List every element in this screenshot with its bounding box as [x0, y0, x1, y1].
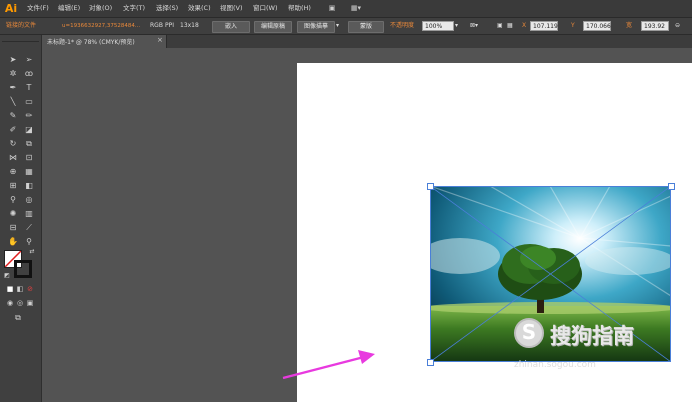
- align-icon[interactable]: ▣: [497, 21, 503, 31]
- sogou-logo-icon: S: [514, 318, 544, 348]
- artboard-tool-icon[interactable]: ⊟: [6, 222, 20, 233]
- draw-inside-icon[interactable]: ▣: [23, 298, 37, 309]
- default-fill-stroke-icon[interactable]: ◩: [0, 270, 14, 281]
- eraser-tool-icon[interactable]: ◪: [22, 124, 36, 135]
- recolor-icon[interactable]: ⊠▾: [470, 21, 478, 31]
- stroke-swatch[interactable]: [14, 260, 32, 278]
- menu-select[interactable]: 选择(S): [156, 3, 178, 14]
- magic-wand-tool-icon[interactable]: ✲: [6, 68, 20, 79]
- slice-tool-icon[interactable]: ⟋: [22, 222, 36, 233]
- mesh-tool-icon[interactable]: ⊞: [6, 180, 20, 191]
- selection-handle[interactable]: [427, 359, 434, 366]
- hand-tool-icon[interactable]: ✋: [6, 236, 20, 247]
- eyedropper-tool-icon[interactable]: ⚲: [6, 194, 20, 205]
- tools-panel: ➤ ➢ ✲ ꝏ ✒ T ╲ ▭ ✎ ✏ ✐ ◪ ↻ ⧉ ⋈ ⊡ ⊕ ▦ ⊞ ◧ …: [0, 35, 42, 402]
- width-tool-icon[interactable]: ⋈: [6, 152, 20, 163]
- free-transform-tool-icon[interactable]: ⊡: [22, 152, 36, 163]
- rotate-tool-icon[interactable]: ↻: [6, 138, 20, 149]
- x-label[interactable]: X: [522, 21, 526, 31]
- column-graph-tool-icon[interactable]: ▥: [22, 208, 36, 219]
- selection-tool-icon[interactable]: ➤: [6, 54, 20, 65]
- arrange-documents-icon[interactable]: ▦▾: [348, 2, 364, 14]
- menu-view[interactable]: 视图(V): [220, 3, 243, 14]
- tools-panel-grip[interactable]: [2, 37, 39, 42]
- opacity-label[interactable]: 不透明度: [390, 21, 414, 31]
- bridge-icon[interactable]: ▣: [326, 2, 338, 14]
- blend-tool-icon[interactable]: ◎: [22, 194, 36, 205]
- type-tool-icon[interactable]: T: [22, 82, 36, 93]
- blob-brush-tool-icon[interactable]: ✐: [6, 124, 20, 135]
- rectangle-tool-icon[interactable]: ▭: [22, 96, 36, 107]
- mask-button[interactable]: 蒙版: [348, 21, 384, 33]
- direct-selection-tool-icon[interactable]: ➢: [22, 54, 36, 65]
- menu-type[interactable]: 文字(T): [123, 3, 145, 14]
- ppi-label: PPI: [165, 22, 175, 29]
- transform-icon[interactable]: ▦: [507, 21, 513, 31]
- image-trace-dropdown-icon[interactable]: ▾: [336, 21, 339, 31]
- annotation-arrow-icon: [282, 350, 375, 380]
- scale-tool-icon[interactable]: ⧉: [22, 138, 36, 149]
- app-logo: Ai: [4, 2, 18, 15]
- lasso-tool-icon[interactable]: ꝏ: [22, 68, 36, 79]
- pencil-tool-icon[interactable]: ✏: [22, 110, 36, 121]
- opacity-dropdown-icon[interactable]: ▾: [455, 21, 458, 31]
- perspective-grid-tool-icon[interactable]: ▦: [22, 166, 36, 177]
- menu-edit[interactable]: 编辑(E): [58, 3, 80, 14]
- image-trace-button[interactable]: 图像描摹: [297, 21, 335, 33]
- y-field[interactable]: 170.066: [583, 21, 611, 31]
- linked-file-name[interactable]: u=1936632927,37528484...: [62, 21, 140, 31]
- symbol-sprayer-tool-icon[interactable]: ✺: [6, 208, 20, 219]
- screen-mode-icon[interactable]: ⧉: [11, 312, 25, 323]
- link-proportions-icon[interactable]: ⊖: [675, 21, 680, 31]
- watermark-text: 搜狗指南: [550, 324, 634, 348]
- swap-fill-stroke-icon[interactable]: ⇄: [25, 246, 39, 257]
- ppi-value: 13x18: [180, 22, 199, 29]
- watermark-url: zhinan.sogou.com: [514, 360, 596, 370]
- line-tool-icon[interactable]: ╲: [6, 96, 20, 107]
- x-field[interactable]: 107.119: [530, 21, 558, 31]
- menu-file[interactable]: 文件(F): [27, 3, 49, 14]
- close-icon[interactable]: ×: [157, 36, 163, 44]
- y-label[interactable]: Y: [571, 21, 575, 31]
- paintbrush-tool-icon[interactable]: ✎: [6, 110, 20, 121]
- gradient-tool-icon[interactable]: ◧: [22, 180, 36, 191]
- linked-file-label[interactable]: 链接的文件: [6, 21, 36, 31]
- document-tab-title: 未标题-1* @ 78% (CMYK/预览): [47, 39, 135, 46]
- menu-effect[interactable]: 效果(C): [188, 3, 211, 14]
- document-tab-row: 未标题-1* @ 78% (CMYK/预览) ×: [42, 35, 692, 48]
- sogou-watermark: S 搜狗指南 zhinan.sogou.com: [512, 316, 672, 376]
- menu-bar: Ai 文件(F) 编辑(E) 对象(O) 文字(T) 选择(S) 效果(C) 视…: [0, 0, 692, 18]
- menu-object[interactable]: 对象(O): [89, 3, 112, 14]
- menu-window[interactable]: 窗口(W): [253, 3, 278, 14]
- none-mode-icon[interactable]: ⊘: [23, 284, 37, 295]
- selection-handle[interactable]: [427, 183, 434, 190]
- control-bar: 链接的文件 u=1936632927,37528484... RGB PPI 1…: [0, 18, 692, 35]
- edit-original-button[interactable]: 编辑原稿: [254, 21, 292, 33]
- color-mode: RGB: [150, 22, 163, 29]
- pen-tool-icon[interactable]: ✒: [6, 82, 20, 93]
- width-label[interactable]: 宽: [626, 21, 632, 31]
- embed-button[interactable]: 嵌入: [212, 21, 250, 33]
- opacity-field[interactable]: 100%: [422, 21, 454, 31]
- shape-builder-tool-icon[interactable]: ⊕: [6, 166, 20, 177]
- selection-handle[interactable]: [668, 183, 675, 190]
- menu-help[interactable]: 帮助(H): [288, 3, 311, 14]
- width-field[interactable]: 193.92: [641, 21, 669, 31]
- document-tab[interactable]: 未标题-1* @ 78% (CMYK/预览) ×: [42, 35, 167, 48]
